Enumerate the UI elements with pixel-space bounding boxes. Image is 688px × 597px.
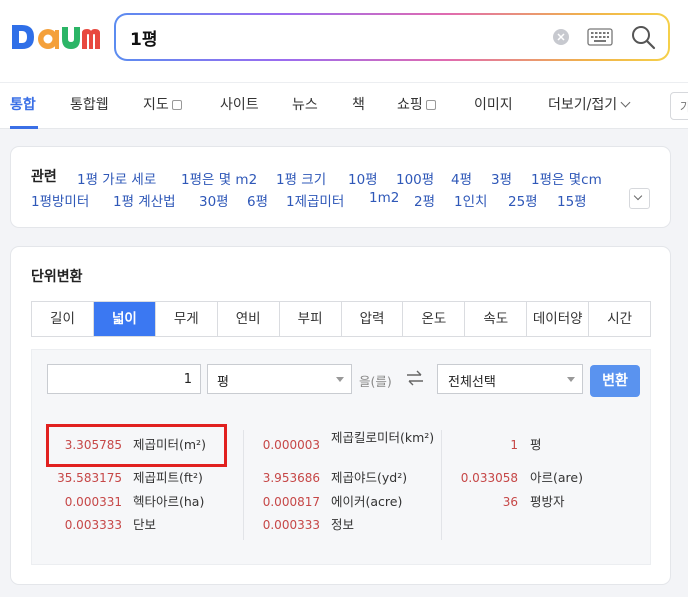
convert-button[interactable]: 변환 [590,365,640,397]
result-unit: 정보 [331,517,355,532]
result-value: 1 [510,438,518,452]
related-link[interactable]: 15평 [557,190,587,210]
tab-pressure[interactable]: 압력 [342,302,404,336]
search-nav-tabs: 통합 통합웹 지도 사이트 뉴스 책 쇼핑 이미지 더보기/접기 가 [0,82,688,129]
related-title: 관련 [31,169,57,185]
related-link[interactable]: 1평 계산법 [113,190,176,210]
tab-fuel-economy[interactable]: 연비 [218,302,280,336]
result-unit: 제곱야드(yd²) [331,470,408,485]
related-expand-button[interactable] [629,188,650,209]
dropdown-arrow-icon [336,377,344,382]
tab-more[interactable]: 더보기/접기 [548,94,631,114]
unit-converter-card: 단위변환 길이 넓이 무게 연비 부피 압력 온도 속도 데이터양 시간 평 을… [10,246,671,585]
tab-volume[interactable]: 부피 [280,302,342,336]
result-unit: 제곱피트(ft²) [133,470,203,485]
related-link[interactable]: 6평 [247,190,268,210]
result-unit: 제곱킬로미터(km²) [331,430,435,445]
related-searches-card: 관련 1평 가로 세로 1평은 몇 m2 1평 크기 10평 100평 4평 3… [10,146,671,228]
chevron-down-icon [620,97,631,108]
dropdown-arrow-icon [567,377,575,382]
keyboard-icon[interactable] [587,28,613,46]
related-link[interactable]: 3평 [491,168,512,188]
result-unit: 평방자 [530,494,565,509]
result-value: 3.953686 [262,471,320,485]
value-input[interactable] [47,364,201,394]
tab-length[interactable]: 길이 [32,302,94,336]
result-value: 35.583175 [57,471,122,485]
tab-temperature[interactable]: 온도 [403,302,466,336]
new-window-icon [425,100,436,110]
related-link[interactable]: 1평은 몇cm [531,168,602,188]
tab-books[interactable]: 책 [352,94,365,114]
tab-integrated[interactable]: 통합 [10,94,36,114]
tab-news[interactable]: 뉴스 [292,94,318,114]
result-value: 0.000331 [64,495,122,509]
result-unit: 헥타아르(ha) [133,494,205,509]
swap-icon[interactable] [405,368,425,388]
tab-integrated-web[interactable]: 통합웹 [70,94,109,114]
result-unit: 아르(are) [530,470,583,485]
result-value: 36 [502,495,518,509]
result-unit: 평 [530,437,542,452]
result-unit: 에이커(acre) [331,494,403,509]
related-link[interactable]: 4평 [451,168,472,188]
related-link[interactable]: 1평방미터 [31,190,89,210]
to-unit-value: 전체선택 [448,375,496,390]
from-unit-value: 평 [217,375,229,390]
new-window-icon [171,100,182,110]
result-value: 0.000333 [262,518,320,532]
header [0,0,688,82]
tab-data[interactable]: 데이터양 [527,302,590,336]
from-unit-select[interactable]: 평 [207,364,352,394]
related-link[interactable]: 1평 크기 [276,168,326,188]
tab-time[interactable]: 시간 [589,302,650,336]
related-link[interactable]: 30평 [199,190,229,210]
result-unit: 단보 [133,517,157,532]
result-value: 0.000817 [262,495,320,509]
related-link[interactable]: 1평 가로 세로 [77,168,156,188]
related-link[interactable]: 1m2 [369,190,399,206]
particle-label: 을(를) [359,374,392,389]
related-link[interactable]: 1제곱미터 [286,190,344,210]
chevron-down-icon [633,191,643,201]
result-value: 0.033058 [460,471,518,485]
tab-map[interactable]: 지도 [143,94,182,114]
converter-panel: 평 을(를) 전체선택 변환 3.305785 제곱미터(m²) 35.5831… [31,349,651,565]
related-link[interactable]: 10평 [348,168,378,188]
column-divider [243,430,244,540]
search-input[interactable] [130,24,510,50]
search-icon[interactable] [630,24,656,50]
related-link[interactable]: 100평 [396,168,434,188]
related-link[interactable]: 1평은 몇 m2 [181,168,257,188]
nav-cut-box[interactable]: 가 [670,92,688,120]
result-value: 0.003333 [64,518,122,532]
related-link[interactable]: 25평 [508,190,538,210]
tab-weight[interactable]: 무게 [156,302,218,336]
tab-images[interactable]: 이미지 [474,94,513,114]
tab-area[interactable]: 넓이 [93,302,156,336]
to-unit-select[interactable]: 전체선택 [437,364,583,394]
search-box [114,13,670,61]
related-link[interactable]: 2평 [414,190,435,210]
highlight-annotation [46,424,227,467]
column-divider [441,430,442,540]
tab-site[interactable]: 사이트 [220,94,259,114]
result-value: 0.000003 [262,438,320,452]
active-tab-underline [10,126,38,129]
tab-shopping[interactable]: 쇼핑 [397,94,436,114]
converter-title: 단위변환 [31,269,83,285]
related-link[interactable]: 1인치 [454,190,487,210]
clear-icon[interactable] [553,29,569,45]
tab-speed[interactable]: 속도 [465,302,528,336]
daum-logo[interactable] [10,19,100,55]
unit-category-tabs: 길이 넓이 무게 연비 부피 압력 온도 속도 데이터양 시간 [31,301,651,337]
